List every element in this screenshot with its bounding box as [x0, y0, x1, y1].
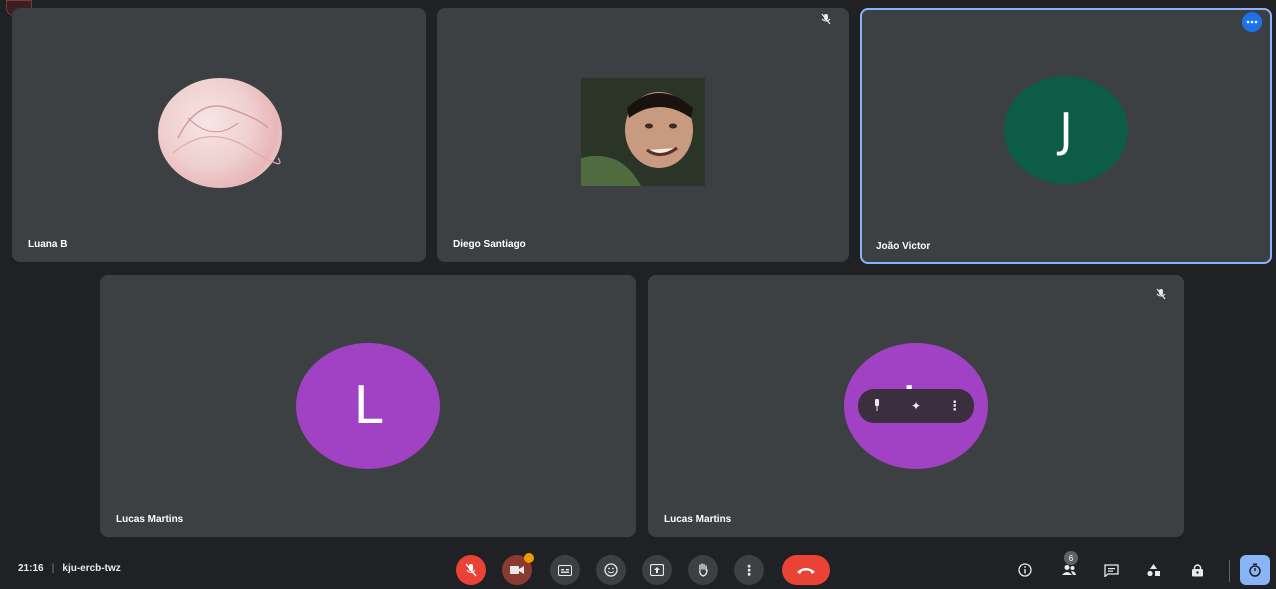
host-controls-button[interactable] — [1184, 557, 1210, 583]
people-button[interactable]: 6 — [1056, 551, 1082, 583]
emoji-reaction-button[interactable] — [596, 555, 626, 585]
meeting-details: 21:16 | kju-ercb-twz — [18, 563, 121, 574]
host-controls-icon — [1191, 564, 1203, 577]
timer-icon — [1249, 563, 1261, 577]
meeting-code: kju-ercb-twz — [62, 563, 121, 574]
mic-off-icon — [819, 12, 833, 26]
participant-name: Lucas Martins — [664, 514, 732, 525]
mic-off-icon — [465, 563, 477, 577]
companion-mode-button[interactable] — [1240, 555, 1270, 585]
avatar-pattern — [172, 105, 281, 165]
participant-tile[interactable]: L Lucas Martins — [100, 275, 636, 537]
meeting-time: 21:16 — [18, 563, 44, 574]
meeting-separator: | — [51, 563, 55, 574]
captions-button[interactable] — [550, 555, 580, 585]
people-icon — [1062, 565, 1076, 575]
pin-icon[interactable] — [865, 398, 889, 414]
present-icon — [650, 564, 664, 576]
participant-tile-active-speaker[interactable]: J João Victor — [860, 8, 1272, 264]
speaking-indicator-icon — [1242, 12, 1262, 32]
avatar: J — [1004, 76, 1128, 184]
chat-button[interactable] — [1098, 557, 1124, 583]
control-divider — [1229, 560, 1230, 582]
raise-hand-button[interactable] — [688, 555, 718, 585]
activities-icon — [1146, 564, 1160, 577]
end-call-icon — [797, 567, 815, 574]
participant-name: Diego Santiago — [453, 239, 526, 250]
control-bar: 21:16 | kju-ercb-twz ⋮ 6 — [0, 545, 1276, 589]
participant-tile[interactable]: Diego Santiago — [437, 8, 849, 262]
tile-hover-controls: ✦ ⋮ — [858, 389, 974, 423]
info-icon — [1018, 563, 1032, 577]
participant-name: João Victor — [876, 241, 931, 252]
raise-hand-icon — [699, 563, 708, 577]
more-options-icon: ⋮ — [742, 561, 756, 578]
mic-off-icon — [1154, 287, 1168, 301]
camera-warning-badge — [524, 553, 534, 563]
avatar-person-photo — [581, 78, 705, 186]
participant-tile[interactable]: Luana B — [12, 8, 426, 262]
more-options-button[interactable]: ⋮ — [734, 555, 764, 585]
captions-icon — [558, 564, 572, 576]
more-options-icon[interactable]: ⋮ — [943, 398, 967, 414]
camera-toggle-button[interactable] — [502, 553, 534, 585]
avatar — [581, 78, 705, 186]
participant-tile[interactable]: L ✦ ⋮ Lucas Martins — [648, 275, 1184, 537]
emoji-icon — [604, 563, 618, 577]
activities-panel-button[interactable] — [1140, 557, 1166, 583]
leave-call-button[interactable] — [782, 555, 830, 585]
meeting-info-button[interactable] — [1012, 557, 1038, 583]
participant-name: Lucas Martins — [116, 514, 184, 525]
people-count-badge: 6 — [1064, 551, 1078, 565]
mic-toggle-button[interactable] — [456, 555, 486, 585]
avatar — [158, 78, 282, 188]
visual-effects-icon[interactable]: ✦ — [904, 399, 928, 413]
avatar-letter: J — [1059, 103, 1073, 157]
participant-name: Luana B — [28, 239, 68, 250]
chat-icon — [1103, 563, 1119, 577]
avatar-letter: L — [353, 376, 383, 436]
present-screen-button[interactable] — [642, 555, 672, 585]
avatar: L — [296, 343, 440, 469]
camera-icon — [510, 566, 524, 574]
